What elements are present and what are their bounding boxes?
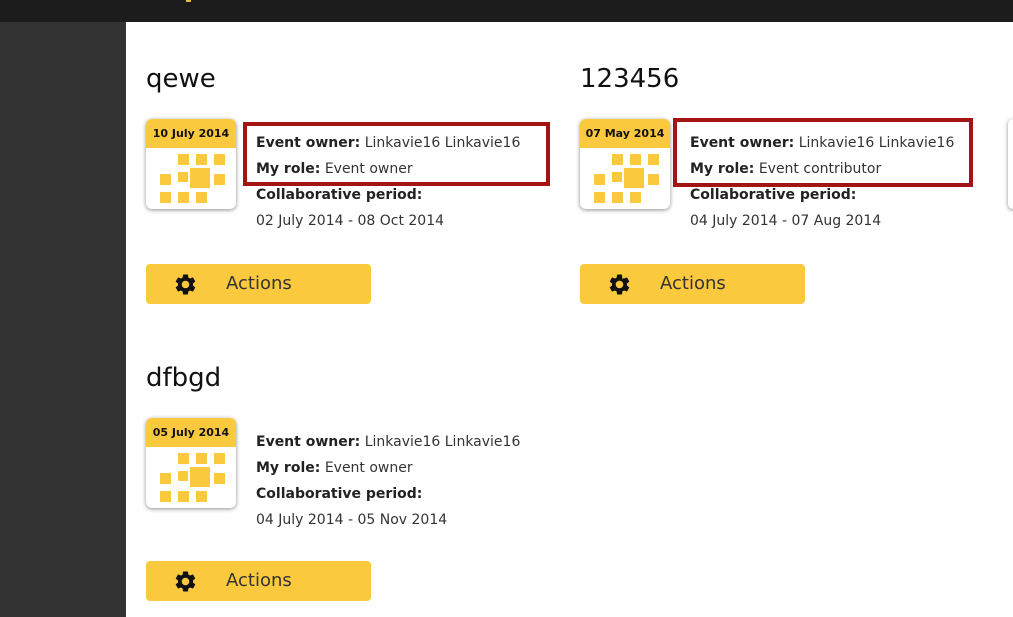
calendar-square [178, 154, 189, 165]
calendar-grid [146, 148, 236, 209]
calendar-square [196, 453, 207, 464]
calendar-square [630, 154, 641, 165]
event-title[interactable]: dfbgd [146, 363, 221, 393]
my-role-row: My role: Event owner [256, 460, 413, 476]
collaborative-period-label: Collaborative period [256, 187, 417, 203]
calendar-square [594, 192, 605, 203]
calendar-square [190, 168, 210, 188]
actions-label: Actions [226, 273, 292, 294]
event-title[interactable]: 123456 [580, 64, 679, 94]
calendar-square [630, 192, 641, 203]
collaborative-period-label: Collaborative period [256, 486, 417, 502]
calendar-square [648, 154, 659, 165]
my-role-label: My role [256, 460, 315, 476]
calendar-grid [580, 148, 670, 209]
calendar-icon[interactable]: 10 July 2014 [146, 119, 236, 209]
highlight-box [673, 118, 973, 187]
calendar-square [612, 192, 623, 203]
actions-label: Actions [660, 273, 726, 294]
calendar-square [160, 174, 171, 185]
calendar-square [196, 192, 207, 203]
event-owner-row: Event owner: Linkavie16 Linkavie16 [256, 434, 521, 450]
calendar-icon[interactable]: 07 May 2014 [580, 119, 670, 209]
calendar-icon-partial [1008, 119, 1013, 209]
calendar-square [178, 172, 188, 182]
calendar-square [178, 471, 188, 481]
gear-icon [175, 274, 196, 295]
actions-button[interactable]: Actions [146, 264, 371, 304]
top-bar [0, 0, 1013, 22]
calendar-square [648, 174, 659, 185]
calendar-square [190, 467, 210, 487]
calendar-square [160, 473, 171, 484]
calendar-square [160, 491, 171, 502]
collaborative-period-value: 02 July 2014 - 08 Oct 2014 [256, 213, 445, 229]
calendar-square [594, 174, 605, 185]
calendar-square [612, 172, 622, 182]
calendar-square [214, 453, 225, 464]
actions-button[interactable]: Actions [580, 264, 805, 304]
calendar-square [196, 491, 207, 502]
gear-icon [609, 274, 630, 295]
calendar-date: 07 May 2014 [580, 119, 670, 148]
collaborative-period-value: 04 July 2014 - 05 Nov 2014 [256, 512, 448, 528]
calendar-icon[interactable]: 05 July 2014 [146, 418, 236, 508]
actions-label: Actions [226, 570, 292, 591]
calendar-date: 10 July 2014 [146, 119, 236, 148]
event-title[interactable]: qewe [146, 64, 216, 94]
calendar-square [178, 192, 189, 203]
calendar-date: 05 July 2014 [146, 418, 236, 447]
calendar-grid [146, 447, 236, 508]
highlight-box [243, 122, 550, 186]
collaborative-period-label: Collaborative period [690, 187, 851, 203]
actions-button[interactable]: Actions [146, 561, 371, 601]
calendar-square [624, 168, 644, 188]
event-owner-value: Linkavie16 Linkavie16 [364, 434, 521, 450]
sidebar [0, 22, 126, 617]
event-info: Event owner: Linkavie16 Linkavie16 My ro… [256, 429, 520, 533]
calendar-square [214, 154, 225, 165]
event-owner-label: Event owner [256, 434, 355, 450]
calendar-square [612, 154, 623, 165]
collaborative-period-row: Collaborative period: [256, 486, 423, 502]
calendar-square [196, 154, 207, 165]
top-bar-mark [186, 0, 191, 2]
calendar-square [160, 192, 171, 203]
collaborative-period-value: 04 July 2014 - 07 Aug 2014 [690, 213, 882, 229]
my-role-value: Event owner [324, 460, 413, 476]
calendar-square [214, 473, 225, 484]
calendar-square [214, 174, 225, 185]
calendar-square [178, 491, 189, 502]
gear-icon [175, 571, 196, 592]
calendar-square [178, 453, 189, 464]
